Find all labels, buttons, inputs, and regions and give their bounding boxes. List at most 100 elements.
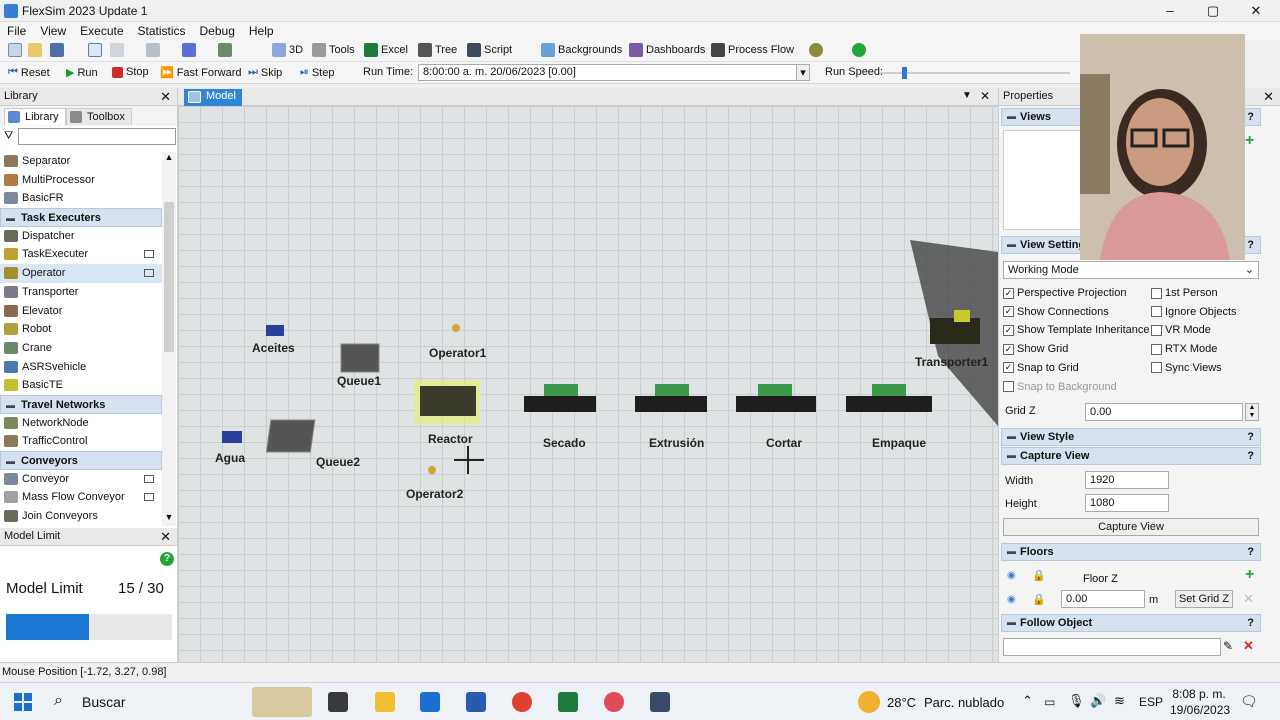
follow-object-field[interactable] xyxy=(1003,638,1221,656)
new-model-icon[interactable] xyxy=(8,43,22,57)
menu-help[interactable]: Help xyxy=(242,22,281,40)
file-explorer-icon[interactable] xyxy=(375,692,395,712)
library-item-join-conveyors[interactable]: Join Conveyors xyxy=(0,507,162,526)
model-limit-help-icon[interactable]: ? xyxy=(160,552,174,566)
add-floor-icon[interactable]: + xyxy=(1245,566,1254,584)
section-view-style[interactable]: View Style? xyxy=(1001,428,1261,446)
weather-desc[interactable]: Parc. nublado xyxy=(924,695,1004,710)
clock-time[interactable]: 8:08 p. m. xyxy=(1170,687,1228,701)
checkbox-rtx-mode[interactable]: RTX Mode xyxy=(1151,343,1217,355)
view-settings-help-icon[interactable]: ? xyxy=(1247,239,1254,251)
reactor-shape[interactable] xyxy=(414,380,480,424)
view-icon[interactable] xyxy=(218,43,232,57)
settings-gear-icon[interactable] xyxy=(809,43,823,57)
secado-shape[interactable] xyxy=(524,384,596,412)
capture-view-help-icon[interactable]: ? xyxy=(1247,450,1254,462)
library-scrollbar[interactable]: ▲ ▼ xyxy=(162,152,176,526)
library-item-trafficcontrol[interactable]: TrafficControl xyxy=(0,432,162,451)
close-button[interactable]: ✕ xyxy=(1236,2,1276,20)
views-help-icon[interactable]: ? xyxy=(1247,111,1254,123)
tree-button[interactable]: Tree xyxy=(418,43,457,57)
agua-source-shape[interactable] xyxy=(222,431,242,443)
dock-window-icon[interactable] xyxy=(144,474,154,483)
grid-z-field[interactable]: 0.00 xyxy=(1085,403,1243,421)
eye-icon[interactable]: ◉ xyxy=(1007,570,1016,581)
language-indicator[interactable]: ESP xyxy=(1139,695,1163,709)
windows-start-icon[interactable] xyxy=(14,693,32,711)
open-folder-icon[interactable] xyxy=(28,43,42,57)
menu-debug[interactable]: Debug xyxy=(193,22,242,40)
floor-z-field[interactable]: 0.00 xyxy=(1061,590,1145,608)
run-speed-slider-track[interactable] xyxy=(880,72,1070,74)
checkbox-box[interactable]: ✓ xyxy=(1003,306,1014,318)
checkbox-snap-to-background[interactable]: Snap to Background xyxy=(1003,381,1117,393)
scroll-up-icon[interactable]: ▲ xyxy=(163,152,175,164)
menu-statistics[interactable]: Statistics xyxy=(131,22,193,40)
help-icon[interactable] xyxy=(852,43,866,57)
chevron-up-icon[interactable]: ⌃ xyxy=(1022,693,1033,709)
floor-eye-icon[interactable]: ◉ xyxy=(1007,594,1016,605)
empaque-shape[interactable] xyxy=(846,384,932,412)
library-item-basicte[interactable]: BasicTE xyxy=(0,376,162,395)
maximize-button[interactable]: ▢ xyxy=(1193,2,1233,20)
library-scroll-thumb[interactable] xyxy=(164,202,174,352)
shapes-icon[interactable] xyxy=(182,43,196,57)
add-view-icon[interactable]: + xyxy=(1245,132,1254,150)
volume-icon[interactable]: 🔊 xyxy=(1090,693,1106,709)
floors-help-icon[interactable]: ? xyxy=(1247,546,1254,558)
tab-library[interactable]: Library xyxy=(4,108,66,125)
aceites-source-shape[interactable] xyxy=(266,325,284,336)
run-time-dropdown-icon[interactable]: ▾ xyxy=(796,64,810,81)
menu-file[interactable]: File xyxy=(0,22,33,40)
weather-temp[interactable]: 28°C xyxy=(887,695,916,710)
library-item-conveyor[interactable]: Conveyor xyxy=(0,470,162,489)
library-item-crane[interactable]: Crane xyxy=(0,339,162,358)
dock-window-icon[interactable] xyxy=(144,250,154,259)
properties-close-icon[interactable]: ✕ xyxy=(1263,89,1274,105)
model-limit-close-icon[interactable]: ✕ xyxy=(160,529,171,545)
library-category-conveyors[interactable]: Conveyors xyxy=(0,451,162,470)
checkbox-vr-mode[interactable]: VR Mode xyxy=(1151,324,1211,336)
eyedropper-icon[interactable]: ✎ xyxy=(1223,639,1233,653)
grid-z-spinner-icon[interactable]: ▲ ▼ xyxy=(1245,403,1259,421)
word-icon[interactable] xyxy=(466,692,486,712)
tab-model[interactable]: Model xyxy=(184,89,242,106)
battery-icon[interactable]: ▭ xyxy=(1044,695,1055,709)
library-item-basicfr[interactable]: BasicFR xyxy=(0,189,162,208)
remove-floor-icon[interactable]: ✕ xyxy=(1243,591,1254,607)
library-item-dispatcher[interactable]: Dispatcher xyxy=(0,227,162,246)
checkbox-box[interactable]: ✓ xyxy=(1003,343,1014,355)
floor-lock-icon[interactable]: 🔒 xyxy=(1032,593,1046,606)
library-category-task-executers[interactable]: Task Executers xyxy=(0,208,162,227)
checkbox-perspective-projection[interactable]: ✓ Perspective Projection xyxy=(1003,287,1126,299)
dashboards-button[interactable]: Dashboards xyxy=(629,43,705,57)
checkbox-snap-to-grid[interactable]: ✓ Snap to Grid xyxy=(1003,362,1079,374)
scroll-down-icon[interactable]: ▼ xyxy=(163,512,175,524)
checkbox-show-template-inheritance-t[interactable]: ✓ Show Template Inheritance (T xyxy=(1003,324,1163,336)
working-mode-select[interactable]: Working Mode ⌄ xyxy=(1003,261,1259,279)
excel-taskbar-icon[interactable] xyxy=(558,692,578,712)
width-field[interactable]: 1920 xyxy=(1085,471,1169,489)
skip-button[interactable]: ⏭ Skip xyxy=(248,66,282,79)
library-item-transporter[interactable]: Transporter xyxy=(0,283,162,302)
model-tab-close-icon[interactable]: ✕ xyxy=(980,89,990,103)
stop-button[interactable]: Stop xyxy=(112,66,149,78)
save-icon[interactable] xyxy=(50,43,64,57)
library-item-asrsvehicle[interactable]: ASRSvehicle xyxy=(0,358,162,377)
dock-window-icon[interactable] xyxy=(144,269,154,278)
library-item-multiprocessor[interactable]: MultiProcessor xyxy=(0,171,162,190)
minimize-button[interactable]: – xyxy=(1150,2,1190,20)
checkbox-box[interactable] xyxy=(1151,343,1162,355)
library-category-travel-networks[interactable]: Travel Networks xyxy=(0,394,162,414)
checkbox-box[interactable] xyxy=(1003,381,1014,392)
menu-execute[interactable]: Execute xyxy=(73,22,130,40)
process-flow-button[interactable]: Process Flow xyxy=(711,43,794,57)
flexsim-taskbar-icon[interactable] xyxy=(650,692,670,712)
checkbox-box[interactable] xyxy=(1151,287,1162,299)
clear-follow-icon[interactable]: ✕ xyxy=(1243,638,1254,654)
step-button[interactable]: ⏯ Step xyxy=(300,66,334,79)
follow-object-help-icon[interactable]: ? xyxy=(1247,617,1254,629)
tab-toolbox[interactable]: Toolbox xyxy=(66,108,132,125)
run-time-field[interactable]: 8:00:00 a. m. 20/06/2023 [0.00] xyxy=(418,64,810,81)
run-speed-slider-thumb[interactable] xyxy=(902,67,907,79)
